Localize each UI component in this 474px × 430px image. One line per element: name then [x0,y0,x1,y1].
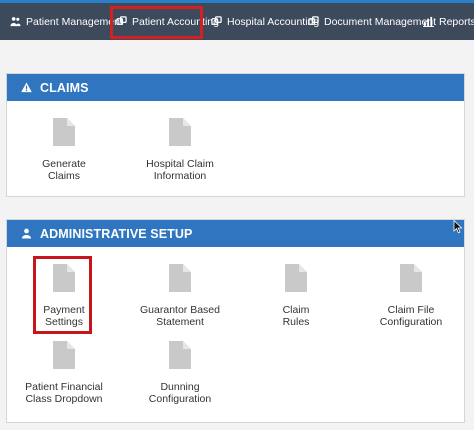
tile-label: Claim Rules [282,304,310,328]
tile-dunning-configuration[interactable]: Dunning Configuration [125,341,235,405]
tile-label: Hospital Claim Information [146,158,214,182]
nav-highlight-box [110,6,203,39]
tile-hospital-claim-information[interactable]: Hospital Claim Information [125,118,235,182]
warning-icon [21,82,32,93]
tile-claim-rules[interactable]: Claim Rules [241,264,351,328]
top-nav-bar: Patient Management Patient Accounting Ho… [0,0,474,40]
nav-label: Reports [439,15,474,28]
tile-guarantor-based-statement[interactable]: Guarantor Based Statement [125,264,235,328]
tile-claim-file-configuration[interactable]: Claim File Configuration [356,264,466,328]
exchange-icon [211,16,222,25]
tile-highlight-box [33,256,92,334]
document-icon [285,264,307,292]
exchange-icon [308,16,319,25]
admin-panel-header: ADMINISTRATIVE SETUP [7,220,464,247]
admin-panel-title: ADMINISTRATIVE SETUP [40,226,193,241]
tile-label: Dunning Configuration [148,381,212,405]
user-icon [21,228,32,239]
mouse-cursor-icon [453,220,463,234]
nav-label: Patient Management [26,15,123,28]
document-icon [169,118,191,146]
bar-chart-icon [423,16,434,27]
nav-label: Document Management [324,15,437,28]
nav-hospital-accounting[interactable]: Hospital Accounting [211,3,319,40]
tile-label: Guarantor Based Statement [140,304,220,328]
nav-document-management[interactable]: Document Management [308,3,436,40]
tile-generate-claims[interactable]: Generate Claims [9,118,119,182]
people-icon [10,17,21,27]
document-icon [53,118,75,146]
claims-panel-header: CLAIMS [7,74,464,101]
claims-panel-title: CLAIMS [40,80,89,95]
document-icon [400,264,422,292]
tile-label: Patient Financial Class Dropdown [25,381,103,405]
tile-patient-financial-class-dropdown[interactable]: Patient Financial Class Dropdown [9,341,119,405]
nav-patient-management[interactable]: Patient Management [10,3,123,40]
nav-reports[interactable]: Reports [423,3,474,40]
tile-label: Claim File Configuration [379,304,443,328]
document-icon [53,341,75,369]
document-icon [169,341,191,369]
document-icon [169,264,191,292]
claims-panel: CLAIMS Generate Claims Hospital Claim In… [6,73,465,197]
tile-label: Generate Claims [42,158,86,182]
nav-label: Hospital Accounting [227,15,320,28]
